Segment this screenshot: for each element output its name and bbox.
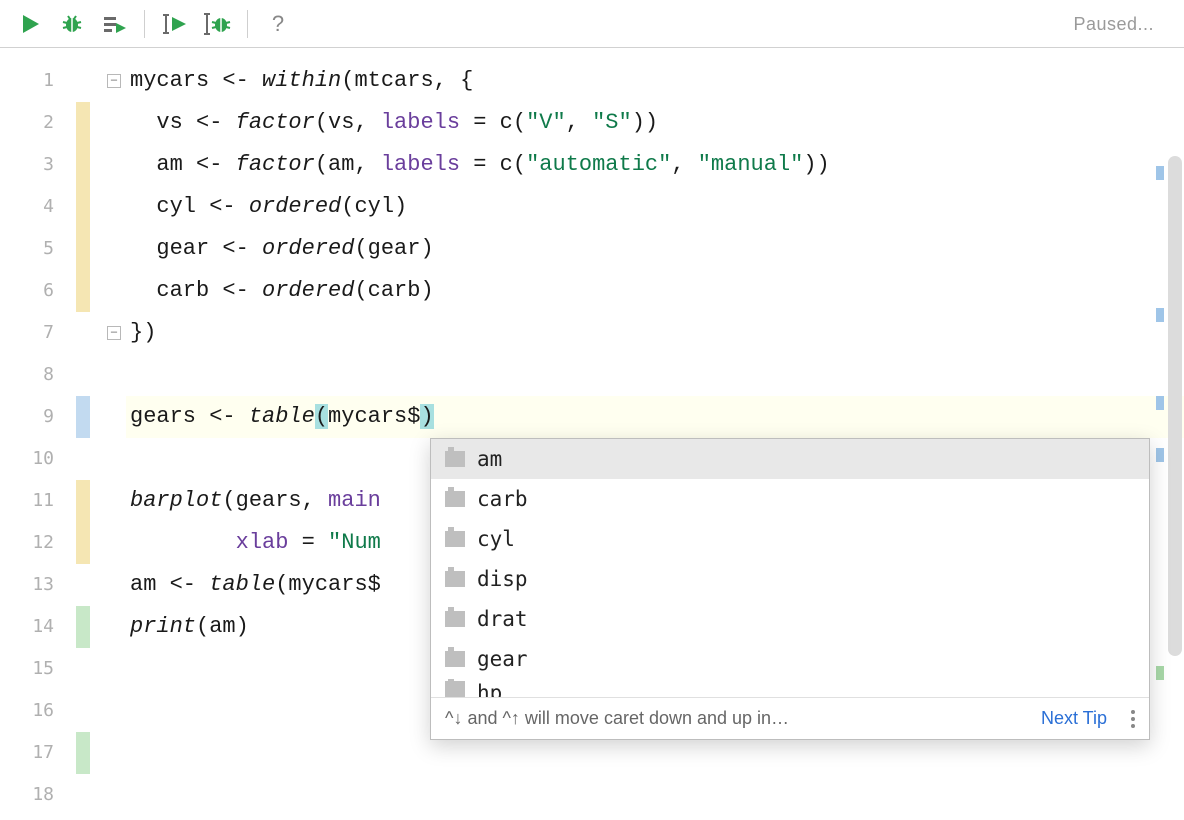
line-number: 1 — [0, 60, 72, 102]
cursor-run-button[interactable] — [157, 6, 193, 42]
autocomplete-item-label: hp — [477, 681, 502, 697]
change-marker — [76, 732, 90, 774]
help-button[interactable]: ? — [260, 6, 296, 42]
autocomplete-item-label: gear — [477, 647, 528, 671]
toolbar: ? — [0, 0, 1184, 48]
line-number: 11 — [0, 480, 72, 522]
field-icon — [445, 451, 465, 467]
autocomplete-item-label: disp — [477, 567, 528, 591]
change-marker — [76, 102, 90, 144]
line-number: 15 — [0, 648, 72, 690]
line-number: 6 — [0, 270, 72, 312]
code-line[interactable]: gears <- table(mycars$) — [126, 396, 1184, 438]
line-number: 4 — [0, 186, 72, 228]
field-icon — [445, 571, 465, 587]
line-number: 8 — [0, 354, 72, 396]
change-marker — [76, 312, 90, 354]
line-number-gutter: 1 2 3 4 5 6 7 8 9 10 11 12 13 14 15 16 1… — [0, 48, 72, 820]
help-icon: ? — [272, 11, 284, 37]
change-marker — [76, 60, 90, 102]
line-number: 18 — [0, 774, 72, 816]
autocomplete-item[interactable]: cyl — [431, 519, 1149, 559]
autocomplete-popup: am carb cyl disp drat gear hp ^↓ and ^↑ … — [430, 438, 1150, 740]
line-number: 10 — [0, 438, 72, 480]
change-marker — [76, 522, 90, 564]
toolbar-separator — [144, 10, 145, 38]
autocomplete-item[interactable]: disp — [431, 559, 1149, 599]
code-line[interactable]: }) — [126, 312, 1184, 354]
debug-status: Paused... — [1073, 14, 1154, 35]
line-number: 17 — [0, 732, 72, 774]
field-icon — [445, 681, 465, 697]
autocomplete-item[interactable]: gear — [431, 639, 1149, 679]
code-line[interactable] — [126, 354, 1184, 396]
change-marker — [76, 690, 90, 732]
change-marker — [76, 228, 90, 270]
line-number: 9 — [0, 396, 72, 438]
change-marker — [76, 480, 90, 522]
autocomplete-item[interactable]: am — [431, 439, 1149, 479]
field-icon — [445, 531, 465, 547]
change-marker — [76, 270, 90, 312]
change-marker — [76, 438, 90, 480]
line-number: 12 — [0, 522, 72, 564]
change-marker — [76, 396, 90, 438]
autocomplete-item[interactable]: drat — [431, 599, 1149, 639]
autocomplete-tip-text: ^↓ and ^↑ will move caret down and up in… — [445, 708, 789, 729]
change-marker — [76, 648, 90, 690]
autocomplete-item-label: am — [477, 447, 502, 471]
autocomplete-item-label: drat — [477, 607, 528, 631]
change-marker — [76, 354, 90, 396]
code-line[interactable] — [126, 774, 1184, 816]
cursor-debug-button[interactable] — [199, 6, 235, 42]
autocomplete-item-label: carb — [477, 487, 528, 511]
code-line[interactable]: carb <- ordered(carb) — [126, 270, 1184, 312]
line-number: 7 — [0, 312, 72, 354]
fold-toggle-close-icon[interactable]: − — [107, 326, 121, 340]
line-number: 5 — [0, 228, 72, 270]
debug-button[interactable] — [54, 6, 90, 42]
next-tip-link[interactable]: Next Tip — [1041, 708, 1107, 729]
change-marker-gutter — [72, 48, 102, 820]
fold-gutter: − − — [102, 48, 126, 820]
field-icon — [445, 491, 465, 507]
fold-toggle-open-icon[interactable]: − — [107, 74, 121, 88]
change-marker — [76, 606, 90, 648]
autocomplete-item[interactable]: carb — [431, 479, 1149, 519]
more-options-icon[interactable] — [1131, 710, 1135, 728]
toolbar-separator — [247, 10, 248, 38]
autocomplete-item-label: cyl — [477, 527, 515, 551]
run-button[interactable] — [12, 6, 48, 42]
change-marker — [76, 186, 90, 228]
field-icon — [445, 611, 465, 627]
code-line[interactable]: gear <- ordered(gear) — [126, 228, 1184, 270]
autocomplete-list[interactable]: am carb cyl disp drat gear hp — [431, 439, 1149, 697]
change-marker — [76, 564, 90, 606]
line-number: 3 — [0, 144, 72, 186]
line-number: 16 — [0, 690, 72, 732]
line-number: 14 — [0, 606, 72, 648]
run-selection-button[interactable] — [96, 6, 132, 42]
code-line[interactable]: mycars <- within(mtcars, { — [126, 60, 1184, 102]
line-number: 2 — [0, 102, 72, 144]
autocomplete-footer: ^↓ and ^↑ will move caret down and up in… — [431, 697, 1149, 739]
field-icon — [445, 651, 465, 667]
code-line[interactable]: vs <- factor(vs, labels = c("V", "S")) — [126, 102, 1184, 144]
change-marker — [76, 144, 90, 186]
autocomplete-item[interactable]: hp — [431, 679, 1149, 697]
change-marker — [76, 774, 90, 816]
line-number: 13 — [0, 564, 72, 606]
code-line[interactable]: am <- factor(am, labels = c("automatic",… — [126, 144, 1184, 186]
code-line[interactable]: cyl <- ordered(cyl) — [126, 186, 1184, 228]
